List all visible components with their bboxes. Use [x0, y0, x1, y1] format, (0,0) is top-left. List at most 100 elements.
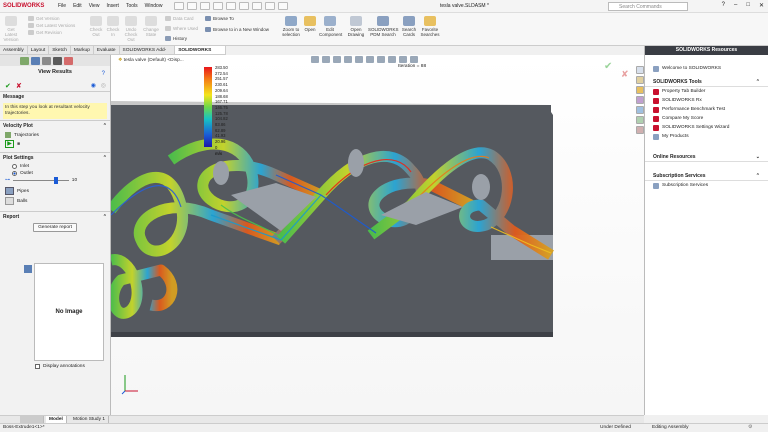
- velocity-plot-header[interactable]: Velocity Plot ⌃: [0, 120, 110, 131]
- play-icon[interactable]: ▶: [5, 140, 14, 148]
- section-view-icon[interactable]: [344, 56, 352, 63]
- message-section-header[interactable]: Message: [0, 91, 110, 102]
- inlet-radio[interactable]: Inlet: [0, 163, 110, 170]
- tab-pdm[interactable]: SOLIDWORKS PDM: [175, 46, 226, 62]
- confirm-cancel-icon[interactable]: ✘: [621, 69, 629, 80]
- appearance-icon[interactable]: [388, 56, 396, 63]
- view-palette-icon[interactable]: [636, 96, 644, 104]
- file-explorer-icon[interactable]: [636, 86, 644, 94]
- custom-properties-icon[interactable]: [636, 116, 644, 124]
- help-icon[interactable]: ?: [722, 2, 725, 9]
- view-orientation-icon[interactable]: [355, 56, 363, 63]
- forum-icon[interactable]: [636, 126, 644, 134]
- config-manager-icon[interactable]: [42, 57, 51, 65]
- undo-icon[interactable]: [239, 2, 250, 10]
- display-annotations-row[interactable]: Display annotations: [30, 363, 90, 370]
- get-latest-version-button[interactable]: Get Latest Version: [3, 16, 19, 42]
- tab-markup[interactable]: Markup: [71, 46, 94, 54]
- zoom-to-selection-button[interactable]: Zoom to selection: [280, 16, 302, 37]
- design-library-icon[interactable]: [636, 76, 644, 84]
- tool-link[interactable]: SOLIDWORKS Settings Wizard: [645, 123, 768, 132]
- tools-section-header[interactable]: SOLIDWORKS Tools ⌃: [645, 78, 768, 87]
- get-latest-versions-button[interactable]: Get Latest Versions: [28, 23, 75, 28]
- maximize-icon[interactable]: □: [746, 2, 750, 9]
- open-file-icon[interactable]: [200, 2, 211, 10]
- get-version-button[interactable]: Get Version: [28, 16, 60, 21]
- data-card-button[interactable]: Data Card: [165, 16, 194, 21]
- favorite-searches-button[interactable]: Favorite Searches: [419, 16, 441, 37]
- menu-file[interactable]: File: [58, 3, 66, 9]
- tab-sketch[interactable]: Sketch: [49, 46, 71, 54]
- browse-to-button[interactable]: Browse To: [205, 16, 234, 21]
- check-in-button[interactable]: Check In: [105, 16, 121, 37]
- dimxpert-icon[interactable]: [53, 57, 62, 65]
- pipes-icon[interactable]: [5, 187, 14, 195]
- close-icon[interactable]: ✕: [759, 2, 764, 9]
- generate-report-button[interactable]: Generate report: [33, 223, 77, 232]
- balls-icon[interactable]: [5, 197, 14, 205]
- tool-link[interactable]: SOLIDWORKS Rx: [645, 96, 768, 105]
- menu-edit[interactable]: Edit: [73, 3, 82, 9]
- select-icon[interactable]: [252, 2, 263, 10]
- options-icon[interactable]: [278, 2, 289, 10]
- trajectories-row[interactable]: Trajectories: [0, 131, 110, 139]
- subscription-link[interactable]: Subscription Services: [645, 181, 768, 190]
- tool-link[interactable]: Compare My Score: [645, 114, 768, 123]
- appearances-icon[interactable]: [636, 106, 644, 114]
- menu-tools[interactable]: Tools: [126, 3, 138, 9]
- solidworks-logo[interactable]: SOLIDWORKS: [0, 0, 44, 13]
- history-button[interactable]: History: [165, 36, 187, 41]
- tab-layout[interactable]: Layout: [28, 46, 50, 54]
- tool-link[interactable]: My Products: [645, 132, 768, 141]
- balls-option[interactable]: Balls: [0, 196, 110, 206]
- search-commands-input[interactable]: Search Commands: [608, 2, 688, 11]
- tab-assembly[interactable]: Assembly: [0, 46, 28, 54]
- get-revision-button[interactable]: Get Revision: [28, 30, 62, 35]
- view-settings-icon[interactable]: [410, 56, 418, 63]
- back-arrow-icon[interactable]: ◉: [91, 82, 96, 89]
- open-drawing-button[interactable]: Open Drawing: [345, 16, 367, 37]
- outlet-radio[interactable]: Outlet: [0, 170, 110, 177]
- menu-insert[interactable]: Insert: [106, 3, 119, 9]
- hide-show-icon[interactable]: [377, 56, 385, 63]
- cancel-x-icon[interactable]: ✘: [16, 82, 22, 90]
- radio-button-selected[interactable]: [12, 171, 17, 176]
- new-file-icon[interactable]: [187, 2, 198, 10]
- check-out-button[interactable]: Check Out: [88, 16, 104, 37]
- feature-tree-icon[interactable]: [20, 57, 29, 65]
- tool-link[interactable]: Property Tab Builder: [645, 87, 768, 96]
- tool-link[interactable]: Performance Benchmark Test: [645, 105, 768, 114]
- zoom-area-icon[interactable]: [322, 56, 330, 63]
- minimize-icon[interactable]: –: [734, 2, 737, 9]
- subscription-header[interactable]: Subscription Services ⌃: [645, 172, 768, 181]
- status-options-icon[interactable]: ⚙: [748, 424, 752, 432]
- stop-icon[interactable]: ■: [17, 141, 20, 147]
- menu-window[interactable]: Window: [145, 3, 163, 9]
- tab-evaluate[interactable]: Evaluate: [94, 46, 120, 54]
- tab-addins[interactable]: SOLIDWORKS Add-Ins: [120, 46, 176, 62]
- checkbox[interactable]: [35, 364, 40, 369]
- save-icon[interactable]: [213, 2, 224, 10]
- open-button[interactable]: Open: [302, 16, 318, 32]
- display-manager-icon[interactable]: [64, 57, 73, 65]
- edit-component-button[interactable]: Edit Component: [319, 16, 342, 37]
- where-used-button[interactable]: Where Used: [165, 26, 198, 31]
- welcome-link[interactable]: Welcome to SOLIDWORKS: [645, 64, 768, 73]
- confirm-check-icon[interactable]: ✔: [604, 61, 612, 72]
- tesla-valve-model[interactable]: [111, 55, 644, 415]
- graphics-area[interactable]: ❖ tesla valve (Default) <Disp... Iterati…: [111, 55, 644, 415]
- scene-icon[interactable]: [399, 56, 407, 63]
- print-icon[interactable]: [226, 2, 237, 10]
- count-slider[interactable]: [12, 177, 69, 184]
- change-state-button[interactable]: Change State: [142, 16, 160, 37]
- pdm-search-button[interactable]: SOLIDWORKS PDM Search: [368, 16, 399, 37]
- display-style-icon[interactable]: [366, 56, 374, 63]
- help-icon[interactable]: ?: [102, 71, 105, 77]
- feature-tree-flyout[interactable]: ❖ tesla valve (Default) <Disp...: [118, 58, 184, 63]
- plot-settings-header[interactable]: Plot Settings ⌃: [0, 152, 110, 163]
- undo-check-out-button[interactable]: Undo Check Out: [122, 16, 140, 42]
- home-icon[interactable]: [636, 66, 644, 74]
- forward-arrow-icon[interactable]: ◎: [101, 82, 106, 89]
- menu-view[interactable]: View: [89, 3, 100, 9]
- property-manager-icon[interactable]: [31, 57, 40, 65]
